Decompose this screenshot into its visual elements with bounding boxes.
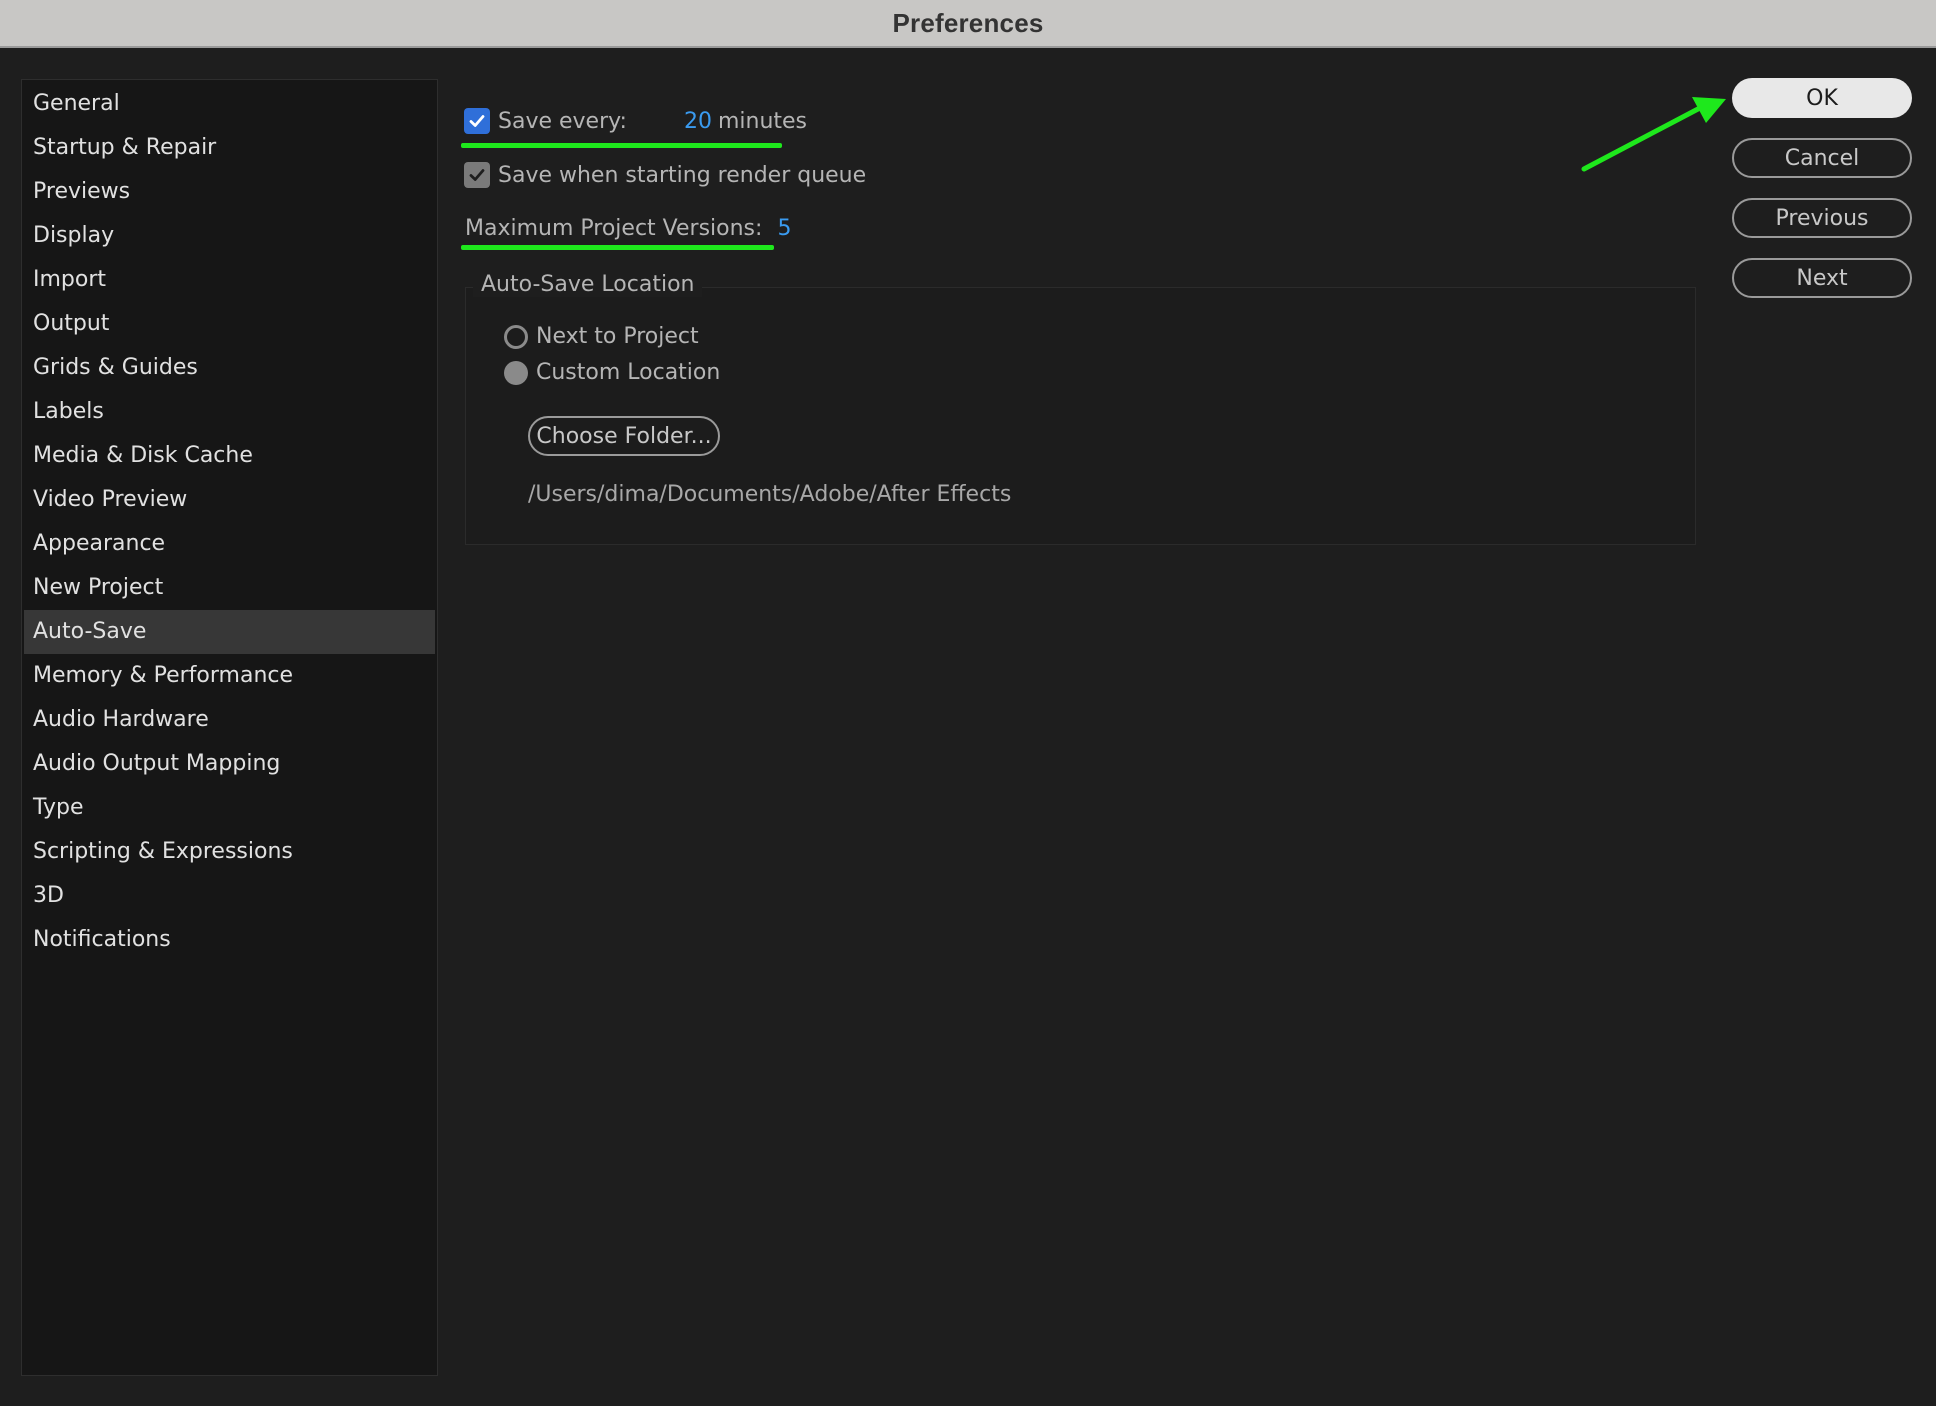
choose-folder-button[interactable]: Choose Folder...: [528, 416, 720, 456]
radio-next-to-project-label: Next to Project: [536, 324, 699, 349]
annotation-underline: [461, 245, 774, 250]
save-on-render-row: Save when starting render queue: [464, 162, 866, 188]
ok-button[interactable]: OK: [1732, 78, 1912, 118]
sidebar-item-previews[interactable]: Previews: [22, 170, 437, 214]
save-every-minutes-value[interactable]: 20: [684, 109, 712, 134]
sidebar-item-grids-guides[interactable]: Grids & Guides: [22, 346, 437, 390]
radio-next-to-project-row[interactable]: Next to Project: [504, 324, 699, 349]
sidebar-item-output[interactable]: Output: [22, 302, 437, 346]
radio-custom-location-label: Custom Location: [536, 360, 721, 385]
sidebar-item-media-disk-cache[interactable]: Media & Disk Cache: [22, 434, 437, 478]
sidebar-item-general[interactable]: General: [22, 82, 437, 126]
sidebar-item-type[interactable]: Type: [22, 786, 437, 830]
save-every-checkbox[interactable]: [464, 108, 490, 134]
radio-custom-location[interactable]: [504, 360, 528, 385]
sidebar-item-audio-output-mapping[interactable]: Audio Output Mapping: [22, 742, 437, 786]
sidebar-item-display[interactable]: Display: [22, 214, 437, 258]
max-versions-value[interactable]: 5: [777, 216, 791, 241]
max-versions-row: Maximum Project Versions: 5: [465, 216, 791, 241]
window-title: Preferences: [892, 7, 1044, 38]
previous-button[interactable]: Previous: [1732, 198, 1912, 238]
sidebar-item-memory-performance[interactable]: Memory & Performance: [22, 654, 437, 698]
max-versions-label: Maximum Project Versions:: [465, 216, 763, 241]
sidebar-item-scripting-expressions[interactable]: Scripting & Expressions: [22, 830, 437, 874]
sidebar-item-video-preview[interactable]: Video Preview: [22, 478, 437, 522]
checkmark-icon: [469, 115, 485, 127]
save-every-unit: minutes: [717, 108, 808, 134]
title-bar: Preferences: [0, 0, 1936, 48]
checkmark-icon: [469, 169, 485, 181]
save-on-render-label: Save when starting render queue: [498, 162, 867, 188]
next-button[interactable]: Next: [1732, 258, 1912, 298]
annotation-arrow-icon: [1581, 97, 1726, 172]
sidebar-item-new-project[interactable]: New Project: [22, 566, 437, 610]
annotation-underline: [461, 143, 782, 148]
sidebar-item-3d[interactable]: 3D: [22, 874, 437, 918]
sidebar-item-labels[interactable]: Labels: [22, 390, 437, 434]
sidebar-item-import[interactable]: Import: [22, 258, 437, 302]
save-every-label: Save every:: [498, 108, 627, 134]
sidebar-item-notifications[interactable]: Notifications: [22, 918, 437, 962]
autosave-location-group-label: Auto-Save Location: [473, 272, 703, 297]
radio-next-to-project[interactable]: [504, 324, 528, 349]
save-on-render-checkbox[interactable]: [464, 162, 490, 188]
sidebar-item-auto-save[interactable]: Auto-Save: [24, 610, 435, 654]
save-every-row: Save every: 20 minutes: [464, 108, 807, 134]
radio-custom-location-row[interactable]: Custom Location: [504, 360, 720, 385]
sidebar-item-startup-repair[interactable]: Startup & Repair: [22, 126, 437, 170]
autosave-folder-path: /Users/dima/Documents/Adobe/After Effect…: [528, 482, 1012, 507]
sidebar-item-appearance[interactable]: Appearance: [22, 522, 437, 566]
sidebar-item-audio-hardware[interactable]: Audio Hardware: [22, 698, 437, 742]
cancel-button[interactable]: Cancel: [1732, 138, 1912, 178]
preferences-sidebar: General Startup & Repair Previews Display Im…: [21, 79, 438, 1376]
